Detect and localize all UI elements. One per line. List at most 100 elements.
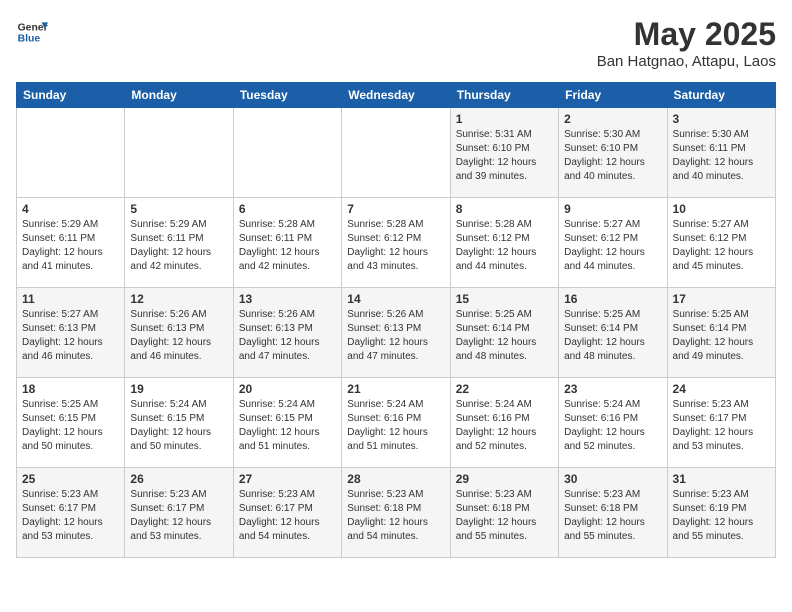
day-number: 10: [673, 202, 770, 216]
calendar-cell: 4 Sunrise: 5:29 AM Sunset: 6:11 PM Daylig…: [17, 198, 125, 288]
calendar-cell: 28 Sunrise: 5:23 AM Sunset: 6:18 PM Dayli…: [342, 468, 450, 558]
calendar-cell: 19 Sunrise: 5:24 AM Sunset: 6:15 PM Dayli…: [125, 378, 233, 468]
title-block: May 2025 Ban Hatgnao, Attapu, Laos: [597, 16, 776, 70]
day-number: 30: [564, 472, 661, 486]
day-info: Sunrise: 5:23 AM Sunset: 6:17 PM Dayligh…: [130, 488, 227, 544]
calendar-table: SundayMondayTuesdayWednesdayThursdayFrid…: [16, 82, 776, 558]
calendar-cell: 7 Sunrise: 5:28 AM Sunset: 6:12 PM Daylig…: [342, 198, 450, 288]
day-number: 29: [456, 472, 553, 486]
calendar-week-4: 18 Sunrise: 5:25 AM Sunset: 6:15 PM Dayli…: [17, 378, 776, 468]
day-info: Sunrise: 5:28 AM Sunset: 6:12 PM Dayligh…: [347, 218, 444, 274]
day-info: Sunrise: 5:25 AM Sunset: 6:15 PM Dayligh…: [22, 398, 119, 454]
day-info: Sunrise: 5:28 AM Sunset: 6:12 PM Dayligh…: [456, 218, 553, 274]
day-header-friday: Friday: [559, 83, 667, 108]
calendar-cell: 16 Sunrise: 5:25 AM Sunset: 6:14 PM Dayli…: [559, 288, 667, 378]
day-number: 28: [347, 472, 444, 486]
day-number: 19: [130, 382, 227, 396]
calendar-cell: 29 Sunrise: 5:23 AM Sunset: 6:18 PM Dayli…: [450, 468, 558, 558]
day-number: 17: [673, 292, 770, 306]
day-number: 11: [22, 292, 119, 306]
day-number: 18: [22, 382, 119, 396]
day-info: Sunrise: 5:27 AM Sunset: 6:13 PM Dayligh…: [22, 308, 119, 364]
day-number: 2: [564, 112, 661, 126]
day-info: Sunrise: 5:24 AM Sunset: 6:15 PM Dayligh…: [130, 398, 227, 454]
day-info: Sunrise: 5:23 AM Sunset: 6:18 PM Dayligh…: [564, 488, 661, 544]
calendar-cell: 22Sunrise: 5:24 AM Sunset: 6:16 PM Dayli…: [450, 378, 558, 468]
day-info: Sunrise: 5:27 AM Sunset: 6:12 PM Dayligh…: [673, 218, 770, 274]
day-info: Sunrise: 5:25 AM Sunset: 6:14 PM Dayligh…: [564, 308, 661, 364]
day-info: Sunrise: 5:24 AM Sunset: 6:16 PM Dayligh…: [564, 398, 661, 454]
day-info: Sunrise: 5:26 AM Sunset: 6:13 PM Dayligh…: [130, 308, 227, 364]
location-subtitle: Ban Hatgnao, Attapu, Laos: [597, 53, 776, 70]
calendar-cell: 15 Sunrise: 5:25 AM Sunset: 6:14 PM Dayli…: [450, 288, 558, 378]
day-number: 9: [564, 202, 661, 216]
day-number: 5: [130, 202, 227, 216]
calendar-cell: [125, 108, 233, 198]
day-number: 23: [564, 382, 661, 396]
day-header-wednesday: Wednesday: [342, 83, 450, 108]
calendar-cell: 3Sunrise: 5:30 AM Sunset: 6:11 PM Daylig…: [667, 108, 775, 198]
calendar-cell: 14Sunrise: 5:26 AM Sunset: 6:13 PM Dayli…: [342, 288, 450, 378]
svg-text:Blue: Blue: [18, 34, 41, 45]
day-header-sunday: Sunday: [17, 83, 125, 108]
month-title: May 2025: [597, 16, 776, 53]
day-info: Sunrise: 5:31 AM Sunset: 6:10 PM Dayligh…: [456, 128, 553, 184]
day-number: 13: [239, 292, 336, 306]
day-number: 4: [22, 202, 119, 216]
day-info: Sunrise: 5:25 AM Sunset: 6:14 PM Dayligh…: [456, 308, 553, 364]
day-info: Sunrise: 5:24 AM Sunset: 6:16 PM Dayligh…: [347, 398, 444, 454]
day-info: Sunrise: 5:23 AM Sunset: 6:18 PM Dayligh…: [347, 488, 444, 544]
calendar-week-1: 1Sunrise: 5:31 AM Sunset: 6:10 PM Daylig…: [17, 108, 776, 198]
day-info: Sunrise: 5:25 AM Sunset: 6:14 PM Dayligh…: [673, 308, 770, 364]
calendar-cell: 10 Sunrise: 5:27 AM Sunset: 6:12 PM Dayli…: [667, 198, 775, 288]
day-number: 26: [130, 472, 227, 486]
day-info: Sunrise: 5:26 AM Sunset: 6:13 PM Dayligh…: [239, 308, 336, 364]
day-number: 7: [347, 202, 444, 216]
day-number: 16: [564, 292, 661, 306]
day-number: 15: [456, 292, 553, 306]
day-info: Sunrise: 5:23 AM Sunset: 6:17 PM Dayligh…: [673, 398, 770, 454]
calendar-cell: 21 Sunrise: 5:24 AM Sunset: 6:16 PM Dayli…: [342, 378, 450, 468]
day-number: 12: [130, 292, 227, 306]
calendar-cell: 24Sunrise: 5:23 AM Sunset: 6:17 PM Dayli…: [667, 378, 775, 468]
day-number: 6: [239, 202, 336, 216]
day-number: 27: [239, 472, 336, 486]
day-info: Sunrise: 5:27 AM Sunset: 6:12 PM Dayligh…: [564, 218, 661, 274]
day-number: 21: [347, 382, 444, 396]
calendar-cell: 30 Sunrise: 5:23 AM Sunset: 6:18 PM Dayli…: [559, 468, 667, 558]
calendar-body: 1Sunrise: 5:31 AM Sunset: 6:10 PM Daylig…: [17, 108, 776, 558]
calendar-cell: 8 Sunrise: 5:28 AM Sunset: 6:12 PM Daylig…: [450, 198, 558, 288]
day-number: 3: [673, 112, 770, 126]
day-header-thursday: Thursday: [450, 83, 558, 108]
logo: General Blue: [16, 16, 48, 48]
day-info: Sunrise: 5:29 AM Sunset: 6:11 PM Dayligh…: [22, 218, 119, 274]
calendar-cell: 6 Sunrise: 5:28 AM Sunset: 6:11 PM Daylig…: [233, 198, 341, 288]
day-info: Sunrise: 5:23 AM Sunset: 6:17 PM Dayligh…: [22, 488, 119, 544]
day-number: 20: [239, 382, 336, 396]
day-header-tuesday: Tuesday: [233, 83, 341, 108]
day-header-saturday: Saturday: [667, 83, 775, 108]
calendar-cell: 25Sunrise: 5:23 AM Sunset: 6:17 PM Dayli…: [17, 468, 125, 558]
logo-icon: General Blue: [16, 16, 48, 48]
page-header: General Blue May 2025 Ban Hatgnao, Attap…: [16, 16, 776, 70]
calendar-cell: 23 Sunrise: 5:24 AM Sunset: 6:16 PM Dayli…: [559, 378, 667, 468]
day-number: 8: [456, 202, 553, 216]
calendar-cell: 13 Sunrise: 5:26 AM Sunset: 6:13 PM Dayli…: [233, 288, 341, 378]
day-info: Sunrise: 5:29 AM Sunset: 6:11 PM Dayligh…: [130, 218, 227, 274]
calendar-week-3: 11 Sunrise: 5:27 AM Sunset: 6:13 PM Dayli…: [17, 288, 776, 378]
calendar-cell: 5 Sunrise: 5:29 AM Sunset: 6:11 PM Daylig…: [125, 198, 233, 288]
calendar-cell: [17, 108, 125, 198]
calendar-cell: 11 Sunrise: 5:27 AM Sunset: 6:13 PM Dayli…: [17, 288, 125, 378]
calendar-cell: 20Sunrise: 5:24 AM Sunset: 6:15 PM Dayli…: [233, 378, 341, 468]
day-number: 31: [673, 472, 770, 486]
day-info: Sunrise: 5:23 AM Sunset: 6:19 PM Dayligh…: [673, 488, 770, 544]
day-info: Sunrise: 5:30 AM Sunset: 6:10 PM Dayligh…: [564, 128, 661, 184]
day-info: Sunrise: 5:23 AM Sunset: 6:18 PM Dayligh…: [456, 488, 553, 544]
calendar-cell: 27 Sunrise: 5:23 AM Sunset: 6:17 PM Dayli…: [233, 468, 341, 558]
day-info: Sunrise: 5:23 AM Sunset: 6:17 PM Dayligh…: [239, 488, 336, 544]
calendar-cell: 26 Sunrise: 5:23 AM Sunset: 6:17 PM Dayli…: [125, 468, 233, 558]
day-info: Sunrise: 5:28 AM Sunset: 6:11 PM Dayligh…: [239, 218, 336, 274]
day-info: Sunrise: 5:24 AM Sunset: 6:16 PM Dayligh…: [456, 398, 553, 454]
day-header-monday: Monday: [125, 83, 233, 108]
calendar-cell: 31 Sunrise: 5:23 AM Sunset: 6:19 PM Dayli…: [667, 468, 775, 558]
